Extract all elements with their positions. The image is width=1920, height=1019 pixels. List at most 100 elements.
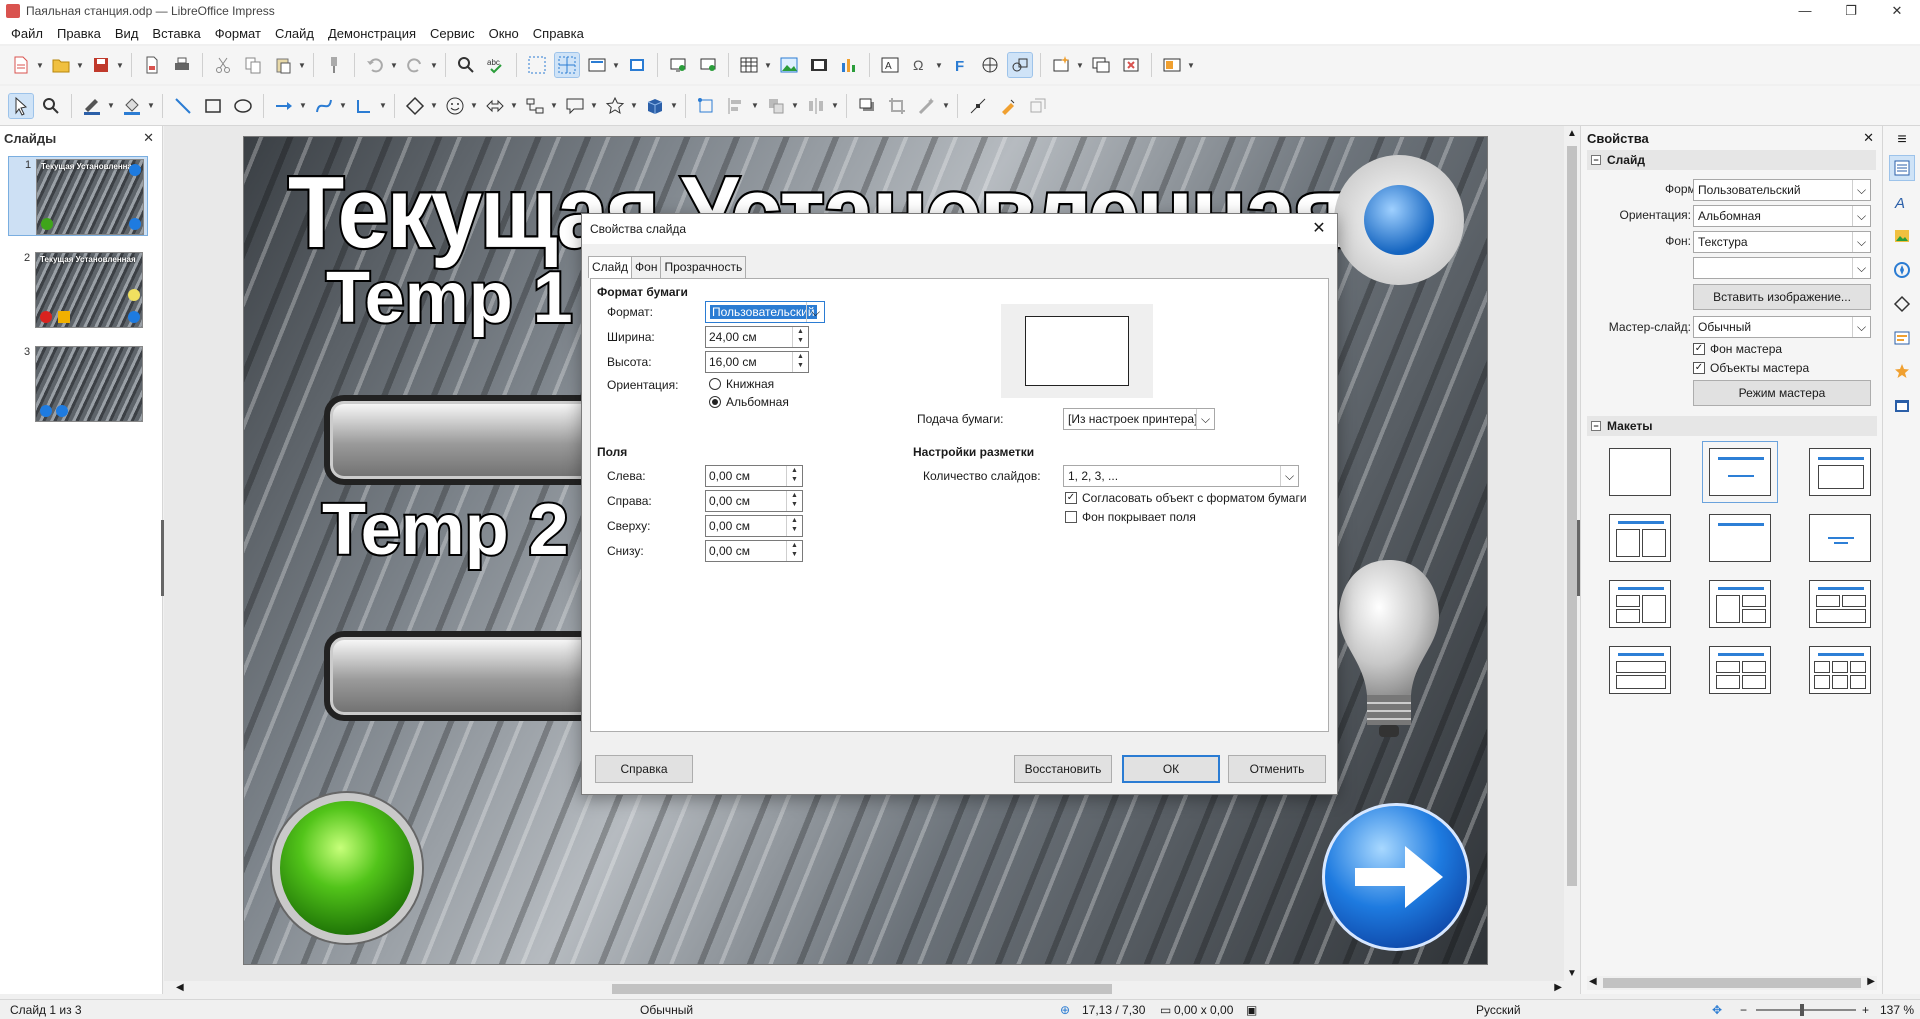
export-pdf-icon[interactable]	[140, 53, 164, 77]
fit-object-checkbox[interactable]: ✓ Согласовать объект с форматом бумаги	[1065, 491, 1307, 505]
select-pointer-icon[interactable]	[8, 92, 34, 119]
transition-dropdown-icon[interactable]: ▼	[1187, 53, 1195, 77]
filter-dropdown-icon[interactable]: ▼	[942, 94, 950, 118]
text-box-icon[interactable]: A	[878, 53, 902, 77]
basic-shapes-icon[interactable]	[403, 94, 427, 118]
menu-window[interactable]: Окно	[482, 26, 526, 41]
landscape-radio[interactable]: Альбомная	[709, 395, 789, 409]
master-objects-checkbox[interactable]: ✓ Объекты мастера	[1693, 361, 1809, 375]
temp1-label[interactable]: Temp 1	[324, 256, 575, 340]
scroll-up-icon[interactable]: ▲	[1567, 128, 1577, 139]
arrow-line-icon[interactable]	[272, 94, 296, 118]
lines-arrows-dropdown-icon[interactable]: ▼	[299, 94, 307, 118]
spelling-icon[interactable]: abc	[484, 53, 508, 77]
callout-dropdown-icon[interactable]: ▼	[590, 94, 598, 118]
stars-dropdown-icon[interactable]: ▼	[630, 94, 638, 118]
menu-slide[interactable]: Слайд	[268, 26, 321, 41]
navigator-deck-icon[interactable]	[1890, 258, 1914, 282]
new-slide-dropdown-icon[interactable]: ▼	[1076, 53, 1084, 77]
media-icon[interactable]	[807, 53, 831, 77]
zoom-out-icon[interactable]: −	[1740, 1003, 1747, 1017]
section-slide-header[interactable]: − Слайд	[1587, 150, 1876, 170]
helplines-icon[interactable]	[554, 52, 580, 78]
slide-layout-icon[interactable]	[585, 53, 609, 77]
paste-dropdown-icon[interactable]: ▼	[298, 53, 306, 77]
spin-arrows-icon[interactable]: ▲ ▼	[792, 352, 808, 372]
scroll-right-icon[interactable]: ▶	[1867, 976, 1875, 987]
zoom-slider-thumb[interactable]	[1800, 1004, 1804, 1016]
spin-arrows-icon[interactable]: ▲ ▼	[786, 541, 802, 561]
section-layouts-header[interactable]: − Макеты	[1587, 416, 1877, 436]
bottom-margin-spinbox[interactable]: 0,00 см ▲ ▼	[705, 540, 803, 562]
tab-slide[interactable]: Слайд	[588, 256, 633, 278]
dialog-close-icon[interactable]: ✕	[1301, 214, 1337, 244]
layout-title-slide[interactable]	[1702, 441, 1778, 503]
basic-shapes-dropdown-icon[interactable]: ▼	[430, 94, 438, 118]
align-dropdown-icon[interactable]: ▼	[751, 94, 759, 118]
restore-button[interactable]: ❐	[1828, 0, 1874, 22]
rectangle-icon[interactable]	[201, 94, 225, 118]
scroll-thumb[interactable]	[612, 984, 1112, 994]
table-dropdown-icon[interactable]: ▼	[764, 53, 772, 77]
new-dropdown-icon[interactable]: ▼	[36, 53, 44, 77]
toggle-extrusion-icon[interactable]	[1026, 94, 1050, 118]
flowchart-dropdown-icon[interactable]: ▼	[550, 94, 558, 118]
portrait-radio[interactable]: Книжная	[709, 377, 774, 391]
minimize-button[interactable]: —	[1782, 0, 1828, 22]
right-margin-spinbox[interactable]: 0,00 см ▲ ▼	[705, 490, 803, 512]
next-arrow-button[interactable]	[1322, 803, 1470, 951]
open-dropdown-icon[interactable]: ▼	[76, 53, 84, 77]
new-document-icon[interactable]	[9, 53, 33, 77]
zoom-pan-icon[interactable]	[39, 94, 63, 118]
find-replace-icon[interactable]	[454, 53, 478, 77]
undo-icon[interactable]	[363, 53, 387, 77]
menu-edit[interactable]: Правка	[50, 26, 108, 41]
close-panel-icon[interactable]: ✕	[143, 130, 154, 146]
arrange-icon[interactable]	[764, 94, 788, 118]
rotate-icon[interactable]	[694, 94, 718, 118]
slide-thumbnail-2[interactable]: 2 Текущая Установленная	[8, 250, 148, 330]
scroll-thumb[interactable]	[1603, 978, 1861, 988]
format-select[interactable]: Пользовательский ⌵	[1693, 179, 1871, 201]
connector-dropdown-icon[interactable]: ▼	[379, 94, 387, 118]
ok-button[interactable]: ОК	[1122, 755, 1220, 783]
menu-insert[interactable]: Вставка	[145, 26, 207, 41]
height-spinbox[interactable]: 16,00 см ▲ ▼	[705, 351, 809, 373]
connector-icon[interactable]	[352, 94, 376, 118]
scroll-thumb[interactable]	[1567, 146, 1577, 886]
tab-transparency[interactable]: Прозрачность	[660, 256, 747, 278]
slide-thumbnail-1[interactable]: 1 Текущая Установленная	[8, 156, 148, 236]
horizontal-scrollbar[interactable]: ◀ ▶	[172, 981, 1566, 997]
chart-icon[interactable]	[837, 53, 861, 77]
menu-tools[interactable]: Сервис	[423, 26, 482, 41]
duplicate-slide-icon[interactable]	[1089, 53, 1113, 77]
ellipse-icon[interactable]	[231, 94, 255, 118]
symbol-shapes-icon[interactable]	[443, 94, 467, 118]
distribute-icon[interactable]	[804, 94, 828, 118]
fill-color-dropdown-icon[interactable]: ▼	[147, 94, 155, 118]
temp2-display-button[interactable]	[324, 631, 604, 721]
close-window-button[interactable]: ✕	[1874, 0, 1920, 22]
filter-icon[interactable]	[915, 94, 939, 118]
3d-dropdown-icon[interactable]: ▼	[670, 94, 678, 118]
interaction-icon[interactable]	[1007, 52, 1033, 78]
collapse-icon[interactable]: −	[1591, 155, 1601, 165]
image-icon[interactable]	[777, 53, 801, 77]
display-views-icon[interactable]	[625, 53, 649, 77]
layout-title-content-2-content[interactable]	[1709, 580, 1771, 628]
symbol-shapes-dropdown-icon[interactable]: ▼	[470, 94, 478, 118]
layout-centered-text[interactable]	[1809, 514, 1871, 562]
display-grid-icon[interactable]	[525, 53, 549, 77]
gear-icon[interactable]	[1334, 155, 1464, 285]
distribute-dropdown-icon[interactable]: ▼	[831, 94, 839, 118]
paste-icon[interactable]	[271, 53, 295, 77]
bg-covers-margins-checkbox[interactable]: Фон покрывает поля	[1065, 510, 1196, 524]
callout-icon[interactable]	[563, 94, 587, 118]
start-current-slide-icon[interactable]	[696, 53, 720, 77]
collapse-icon[interactable]: −	[1591, 421, 1601, 431]
master-background-checkbox[interactable]: ✓ Фон мастера	[1693, 342, 1782, 356]
master-slide-select[interactable]: Обычный ⌵	[1693, 316, 1871, 338]
stars-icon[interactable]	[603, 94, 627, 118]
zoom-in-icon[interactable]: +	[1862, 1003, 1869, 1017]
close-sidebar-icon[interactable]: ✕	[1863, 130, 1874, 146]
